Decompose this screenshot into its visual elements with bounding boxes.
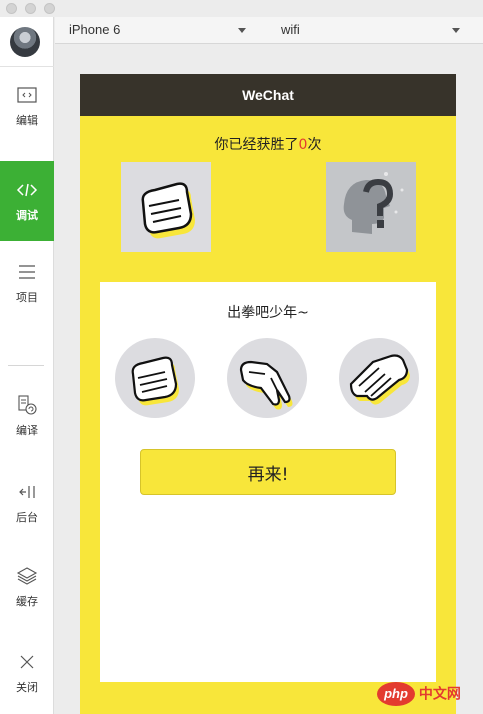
network-select-value: wifi xyxy=(281,22,300,37)
minimize-window-button[interactable] xyxy=(25,3,36,14)
zoom-window-button[interactable] xyxy=(44,3,55,14)
rock-button[interactable] xyxy=(115,338,195,418)
fist-icon xyxy=(141,182,195,239)
choice-card: 出拳吧少年~ 再来! xyxy=(100,282,436,682)
sidebar-item-edit[interactable]: 编辑 xyxy=(0,84,54,164)
close-window-button[interactable] xyxy=(6,3,17,14)
avatar[interactable] xyxy=(10,27,40,57)
paper-button[interactable] xyxy=(339,338,419,418)
sidebar-item-close[interactable]: 关闭 xyxy=(0,651,54,714)
background-icon xyxy=(19,486,35,498)
paper-hand-icon xyxy=(349,354,410,405)
compile-icon xyxy=(18,395,37,415)
sidebar-item-project[interactable]: 项目 xyxy=(0,261,54,341)
nav-title: WeChat xyxy=(242,87,294,103)
layers-icon xyxy=(16,567,38,585)
phone-screen: WeChat 你已经获胜了0次 出拳吧少年~ 再来! xyxy=(80,74,456,714)
rock-hand-icon xyxy=(131,356,179,406)
scissors-hand-icon xyxy=(239,360,293,410)
sidebar-item-compile[interactable]: 编译 xyxy=(0,394,54,474)
simulator-area: WeChat 你已经获胜了0次 出拳吧少年~ 再来! xyxy=(55,44,483,714)
device-select[interactable]: iPhone 6 xyxy=(69,17,249,43)
watermark-text: 中文网 xyxy=(418,686,461,703)
device-toolbar: iPhone 6 wifi xyxy=(55,17,483,44)
question-head-icon xyxy=(343,172,404,234)
wins-suffix: 次 xyxy=(307,137,322,153)
code-file-icon xyxy=(17,87,37,103)
sidebar-divider xyxy=(8,365,44,366)
menu-lines-icon xyxy=(19,265,35,279)
php-logo: php xyxy=(377,682,415,707)
wins-prefix: 你已经获胜了 xyxy=(214,137,299,153)
wins-text: 你已经获胜了0次 xyxy=(80,134,456,154)
sidebar: 编辑 调试 项目 编译 后台 缓存 关闭 xyxy=(0,17,54,714)
code-brackets-icon xyxy=(16,183,38,197)
sidebar-item-label: 后台 xyxy=(16,511,38,524)
device-select-value: iPhone 6 xyxy=(69,22,121,37)
watermark: php 中文网 xyxy=(377,678,461,708)
opponent-tile xyxy=(326,162,416,252)
sidebar-item-debug[interactable]: 调试 xyxy=(0,161,54,241)
sidebar-item-label: 缓存 xyxy=(16,595,38,608)
chevron-down-icon xyxy=(452,28,460,33)
window-titlebar xyxy=(0,0,483,17)
sidebar-item-label: 编辑 xyxy=(16,114,38,127)
sidebar-divider xyxy=(0,66,54,67)
sidebar-item-label: 编译 xyxy=(16,424,38,437)
chevron-down-icon xyxy=(238,28,246,33)
simulator-scrollbar[interactable] xyxy=(461,44,483,714)
card-title: 出拳吧少年~ xyxy=(227,305,309,321)
close-icon xyxy=(20,655,34,669)
sidebar-item-label: 项目 xyxy=(16,291,38,304)
scissors-button[interactable] xyxy=(227,338,307,418)
sidebar-item-label: 调试 xyxy=(16,209,38,222)
sidebar-item-background[interactable]: 后台 xyxy=(0,481,54,561)
replay-button[interactable]: 再来! xyxy=(140,449,396,495)
sidebar-item-cache[interactable]: 缓存 xyxy=(0,565,54,645)
network-select[interactable]: wifi xyxy=(281,17,465,43)
nav-bar: WeChat xyxy=(80,74,456,116)
player-choice-tile xyxy=(121,162,211,252)
sidebar-item-label: 关闭 xyxy=(16,681,38,694)
